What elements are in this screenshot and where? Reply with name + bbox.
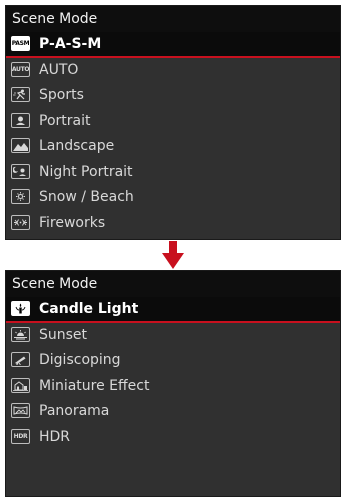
candle-light-icon xyxy=(11,301,30,316)
menu-item-panorama[interactable]: Panorama xyxy=(6,399,340,425)
arrow-down-icon xyxy=(162,241,184,269)
menu-item-label: Portrait xyxy=(39,112,91,129)
digiscoping-icon xyxy=(11,352,30,367)
panorama-icon xyxy=(11,403,30,418)
hdr-icon: HDR xyxy=(11,428,30,444)
auto-icon: AUTO xyxy=(11,61,30,77)
scene-mode-list: Candle Light Sunset Digiscoping Miniatur… xyxy=(6,297,340,450)
menu-item-label: Candle Light xyxy=(39,301,139,317)
menu-item-label: Landscape xyxy=(39,138,115,154)
menu-title: Scene Mode xyxy=(6,6,340,32)
snow-beach-icon xyxy=(11,189,30,204)
menu-item-portrait[interactable]: Portrait xyxy=(6,109,340,135)
scene-mode-menu-page-2: Scene Mode Candle Light Sunset Digiscopi… xyxy=(5,270,341,497)
menu-item-label: Snow / Beach xyxy=(39,189,134,205)
menu-item-candle-light[interactable]: Candle Light xyxy=(6,297,340,323)
landscape-icon xyxy=(11,138,30,153)
menu-item-miniature-effect[interactable]: Miniature Effect xyxy=(6,374,340,400)
menu-item-sunset[interactable]: Sunset xyxy=(6,323,340,349)
menu-item-pasm[interactable]: PASM P-A-S-M xyxy=(6,32,340,58)
menu-item-label: Night Portrait xyxy=(39,163,133,180)
pasm-icon: PASM xyxy=(11,36,30,51)
sunset-icon xyxy=(11,326,30,342)
night-portrait-icon xyxy=(11,163,30,179)
scene-mode-list: PASM P-A-S-M AUTO AUTO Sports Portrait L… xyxy=(6,32,340,236)
menu-item-label: AUTO xyxy=(39,61,79,78)
menu-item-label: Fireworks xyxy=(39,214,106,231)
portrait-icon xyxy=(11,112,30,128)
menu-item-hdr[interactable]: HDR HDR xyxy=(6,425,340,451)
menu-item-label: Digiscoping xyxy=(39,352,121,368)
scene-mode-menu-page-1: Scene Mode PASM P-A-S-M AUTO AUTO Sports xyxy=(5,5,341,240)
menu-item-label: Miniature Effect xyxy=(39,377,150,394)
menu-item-digiscoping[interactable]: Digiscoping xyxy=(6,348,340,374)
menu-item-snow-beach[interactable]: Snow / Beach xyxy=(6,185,340,211)
menu-item-sports[interactable]: Sports xyxy=(6,83,340,109)
menu-item-landscape[interactable]: Landscape xyxy=(6,134,340,160)
menu-item-fireworks[interactable]: Fireworks xyxy=(6,211,340,237)
menu-item-label: Sports xyxy=(39,87,84,103)
fireworks-icon xyxy=(11,214,30,230)
menu-item-label: P-A-S-M xyxy=(39,36,102,52)
menu-title: Scene Mode xyxy=(6,271,340,297)
menu-item-label: Sunset xyxy=(39,326,88,343)
menu-item-label: HDR xyxy=(39,428,71,445)
miniature-effect-icon xyxy=(11,377,30,393)
menu-item-auto[interactable]: AUTO AUTO xyxy=(6,58,340,84)
sports-icon xyxy=(11,87,30,102)
menu-item-night-portrait[interactable]: Night Portrait xyxy=(6,160,340,186)
menu-item-label: Panorama xyxy=(39,403,110,419)
